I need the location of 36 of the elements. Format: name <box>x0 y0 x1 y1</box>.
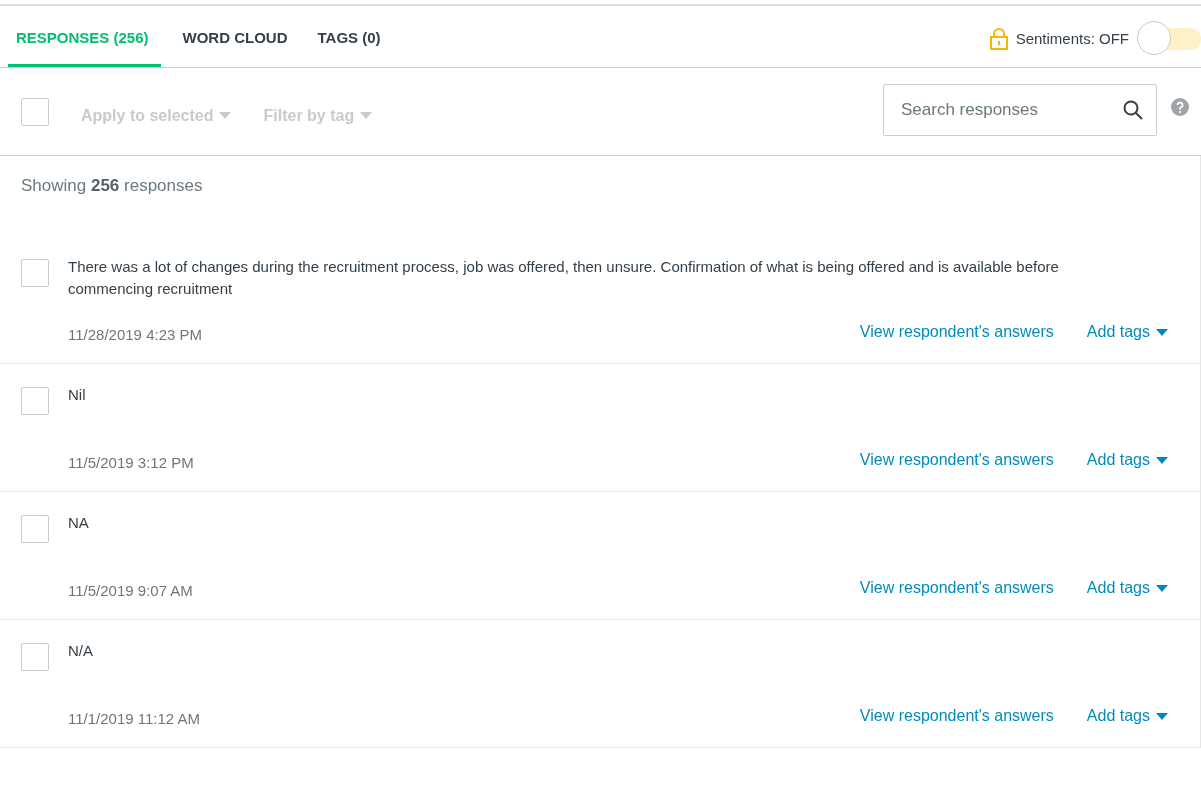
help-icon[interactable] <box>1171 97 1189 116</box>
caret-icon <box>1156 456 1168 464</box>
search-icon[interactable] <box>1123 100 1143 120</box>
response-count: Showing 256 responses <box>21 176 203 195</box>
add-tags-link[interactable]: Add tags <box>1086 707 1168 725</box>
caret-icon <box>219 112 232 119</box>
response-date: 11/28/2019 4:23 PM <box>68 326 203 343</box>
checkbox[interactable] <box>21 515 49 543</box>
tab[interactable]: RESPONSES (256) <box>8 6 161 67</box>
sentiments-label: Sentiments: OFF <box>1015 30 1129 47</box>
search-field[interactable]: Search responses <box>883 84 1157 136</box>
caret-icon <box>360 112 373 119</box>
response-text: There was a lot of changes during the recruitment process, job was offered, then unsure. Confirmation of what is being offered and is available before commencing recruitment <box>68 257 1060 299</box>
checkbox[interactable] <box>21 643 49 671</box>
tab[interactable]: WORD CLOUD <box>174 6 296 67</box>
view-answers-link[interactable]: View respondent's answers <box>859 707 1054 725</box>
tab[interactable]: TAGS (0) <box>309 6 389 67</box>
view-answers-link[interactable]: View respondent's answers <box>859 579 1054 597</box>
response-date: 11/5/2019 3:12 PM <box>68 454 195 471</box>
response-text: Nil <box>68 385 87 405</box>
response-date: 11/1/2019 11:12 AM <box>68 710 202 727</box>
caret-icon <box>1156 712 1168 720</box>
add-tags-link[interactable]: Add tags <box>1086 579 1168 597</box>
view-answers-link[interactable]: View respondent's answers <box>859 451 1054 469</box>
checkbox[interactable] <box>21 97 49 126</box>
caret-icon <box>1156 584 1168 592</box>
checkbox[interactable] <box>21 259 49 287</box>
sentiments-toggle[interactable] <box>1137 20 1201 57</box>
response-date: 11/5/2019 9:07 AM <box>68 582 194 599</box>
view-answers-link[interactable]: View respondent's answers <box>859 323 1054 341</box>
response-text: N/A <box>68 641 94 661</box>
caret-icon <box>1156 328 1168 336</box>
add-tags-link[interactable]: Add tags <box>1086 451 1168 469</box>
add-tags-link[interactable]: Add tags <box>1086 323 1168 341</box>
checkbox[interactable] <box>21 387 49 415</box>
response-text: NA <box>68 513 90 533</box>
